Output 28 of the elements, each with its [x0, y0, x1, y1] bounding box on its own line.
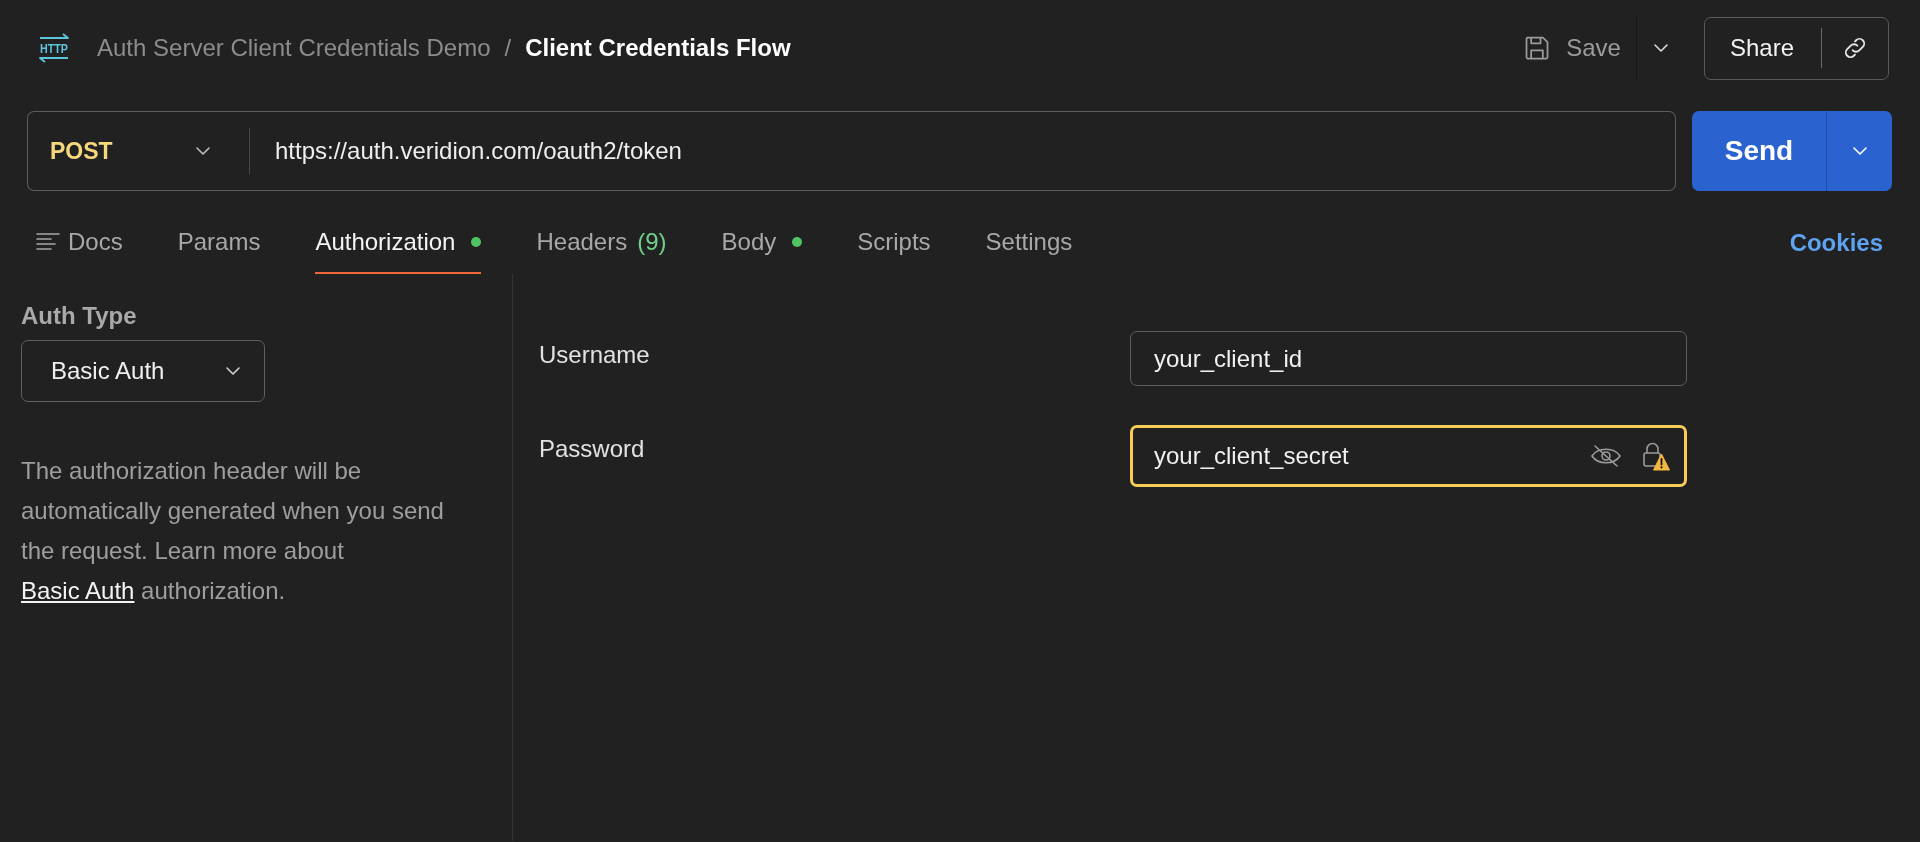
request-tab[interactable]: Authorization: [315, 212, 482, 274]
request-tab[interactable]: Settings: [985, 212, 1073, 274]
chevron-down-icon: [226, 367, 240, 375]
save-button[interactable]: Save: [1523, 16, 1636, 80]
collection-name[interactable]: Auth Server Client Credentials Demo: [97, 34, 491, 62]
auth-type-heading: Auth Type: [21, 302, 138, 330]
request-tab[interactable]: Params: [177, 212, 261, 274]
text-lines-icon: [36, 232, 60, 252]
text-field[interactable]: your_client_id: [1130, 331, 1687, 386]
eye-slash-icon[interactable]: [1590, 444, 1622, 468]
password-field[interactable]: your_client_secret: [1130, 425, 1687, 487]
request-tab[interactable]: Body: [721, 212, 803, 274]
request-name: Client Credentials Flow: [525, 34, 791, 62]
auth-description: The authorization header will be automatically generated when you send the request. Learn more about Basic Auth authorization.: [21, 456, 445, 606]
share-button[interactable]: Share: [1704, 17, 1821, 79]
cookies-link[interactable]: Cookies: [1789, 212, 1883, 274]
lock-warning-icon: [1642, 441, 1670, 471]
field-label: Password: [539, 434, 646, 463]
request-tab[interactable]: Headers (9): [536, 212, 667, 274]
breadcrumb-separator: /: [504, 34, 512, 62]
auth-type-dropdown[interactable]: Basic Auth: [21, 340, 265, 402]
request-tab[interactable]: Scripts: [857, 212, 931, 274]
request-tab[interactable]: Docs: [36, 212, 123, 274]
chevron-down-icon: [1852, 147, 1867, 155]
send-button[interactable]: Send: [1692, 111, 1827, 191]
field-label: Username: [539, 340, 651, 369]
basic-auth-link[interactable]: Basic Auth: [21, 577, 135, 604]
chevron-down-icon: [1654, 44, 1669, 52]
